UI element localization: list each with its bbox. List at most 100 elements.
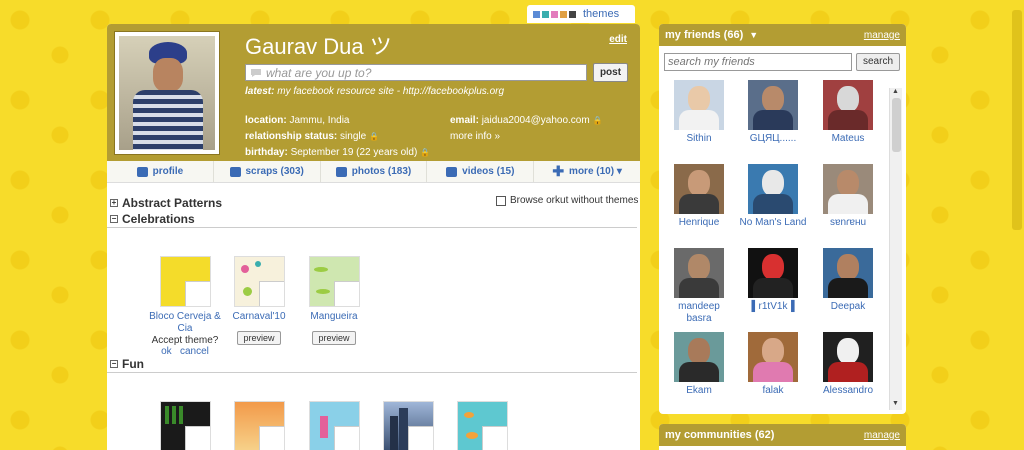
- browse-checkbox[interactable]: [496, 195, 506, 206]
- friend-item[interactable]: Henrique: [665, 164, 733, 229]
- friend-name[interactable]: falak: [739, 385, 807, 397]
- friend-avatar[interactable]: [748, 248, 798, 298]
- theme-swatch-orange[interactable]: [560, 10, 567, 18]
- friend-name[interactable]: Deepak: [814, 301, 882, 313]
- status-input[interactable]: what are you up to?: [245, 64, 587, 81]
- friend-name[interactable]: GЦЯЦ......: [739, 133, 807, 145]
- friends-title[interactable]: my friends (66): [665, 29, 743, 41]
- profile-photo-frame[interactable]: [114, 31, 220, 155]
- friend-name[interactable]: ▌r1tV1k▐: [739, 301, 807, 313]
- expand-icon[interactable]: +: [110, 199, 118, 207]
- scroll-thumb[interactable]: [892, 98, 901, 152]
- friend-item[interactable]: Mateus: [814, 80, 882, 145]
- friend-avatar[interactable]: [823, 332, 873, 382]
- relationship-label: relationship status:: [245, 131, 338, 142]
- browse-without-themes[interactable]: Browse orkut without themes: [496, 195, 638, 206]
- friend-avatar[interactable]: [823, 248, 873, 298]
- theme-swatch-dark[interactable]: [569, 10, 576, 18]
- collapse-icon[interactable]: −: [110, 360, 118, 368]
- collapse-icon[interactable]: −: [110, 215, 118, 223]
- communities-title[interactable]: my communities (62): [665, 429, 774, 441]
- friend-avatar[interactable]: [748, 164, 798, 214]
- themes-link[interactable]: themes: [583, 8, 619, 20]
- friend-avatar[interactable]: [674, 332, 724, 382]
- latest-line: latest: my facebook resource site - http…: [245, 86, 504, 97]
- latest-text[interactable]: my facebook resource site - http://faceb…: [277, 86, 504, 97]
- theme-swatch-pink[interactable]: [551, 10, 558, 18]
- theme-swatch-teal[interactable]: [542, 10, 549, 18]
- theme-thumbnail[interactable]: [308, 256, 360, 307]
- friend-name[interactable]: No Man's Land: [739, 217, 807, 229]
- theme-bloco-cerveja[interactable]: Bloco Cerveja & Cia Accept theme? ok can…: [147, 256, 223, 357]
- friend-avatar[interactable]: [823, 164, 873, 214]
- friend-name[interactable]: Alessandro: [814, 385, 882, 397]
- theme-thumbnail[interactable]: [383, 401, 434, 450]
- relationship-value: single: [340, 131, 367, 142]
- friend-item[interactable]: Ekam: [665, 332, 733, 397]
- friends-search-button[interactable]: search: [856, 53, 900, 71]
- friend-avatar[interactable]: [823, 80, 873, 130]
- accept-cancel-link[interactable]: cancel: [180, 346, 209, 357]
- edit-link[interactable]: edit: [609, 34, 627, 45]
- friend-item[interactable]: No Man's Land: [739, 164, 807, 229]
- friend-name[interactable]: Sithin: [665, 133, 733, 145]
- tab-scraps[interactable]: scraps (303): [214, 161, 321, 182]
- friend-item[interactable]: falak: [739, 332, 807, 397]
- preview-button[interactable]: preview: [237, 331, 281, 345]
- section-abstract-patterns[interactable]: + Abstract Patterns: [110, 196, 222, 210]
- friend-item[interactable]: Deepak: [814, 248, 882, 313]
- theme-thumbnail[interactable]: [159, 256, 211, 307]
- theme-swatch-blue[interactable]: [533, 10, 540, 18]
- friend-item[interactable]: ▌r1tV1k▐: [739, 248, 807, 313]
- theme-thumbnail[interactable]: [234, 401, 285, 450]
- friend-name[interactable]: Henrique: [665, 217, 733, 229]
- theme-thumbnail[interactable]: [309, 401, 360, 450]
- email-row: email: jaidua2004@yahoo.com 🔒: [450, 115, 602, 126]
- communities-manage-link[interactable]: manage: [864, 430, 900, 441]
- friend-avatar[interactable]: [748, 80, 798, 130]
- theme-thumbnail[interactable]: [457, 401, 508, 450]
- tab-photos[interactable]: photos (183): [321, 161, 428, 182]
- friends-scrollbar[interactable]: ▲ ▼: [889, 88, 902, 410]
- tab-videos[interactable]: videos (15): [427, 161, 535, 182]
- tab-profile[interactable]: profile: [107, 161, 214, 182]
- friend-name[interactable]: Mateus: [814, 133, 882, 145]
- birthday-label: birthday:: [245, 147, 288, 158]
- theme-label[interactable]: Bloco Cerveja & Cia: [147, 311, 223, 335]
- friend-avatar[interactable]: [674, 164, 724, 214]
- friend-item[interactable]: Alessandro: [814, 332, 882, 397]
- page-scrollbar[interactable]: [1010, 0, 1024, 450]
- page-scroll-thumb[interactable]: [1012, 10, 1022, 230]
- email-value[interactable]: jaidua2004@yahoo.com: [482, 115, 590, 126]
- more-info-link[interactable]: more info »: [450, 131, 500, 142]
- friend-item[interactable]: mandeep basra: [665, 248, 733, 325]
- preview-button[interactable]: preview: [312, 331, 356, 345]
- theme-label[interactable]: Mangueira: [296, 311, 372, 323]
- accept-ok-link[interactable]: ok: [161, 346, 172, 357]
- section-fun[interactable]: − Fun: [110, 357, 144, 371]
- theme-label[interactable]: Carnaval'10: [221, 311, 297, 323]
- theme-thumbnail[interactable]: [160, 401, 211, 450]
- scroll-up-icon[interactable]: ▲: [892, 88, 899, 95]
- friends-search-input[interactable]: [664, 53, 852, 71]
- friend-avatar[interactable]: [674, 80, 724, 130]
- chevron-down-icon[interactable]: ▼: [749, 30, 758, 40]
- friend-name[interactable]: mandeep basra: [665, 301, 733, 325]
- scroll-down-icon[interactable]: ▼: [892, 400, 899, 407]
- friend-avatar[interactable]: [748, 332, 798, 382]
- friend-name[interactable]: sɐnɾɐʜu: [814, 217, 882, 229]
- profile-photo[interactable]: [119, 36, 215, 150]
- friend-item[interactable]: GЦЯЦ......: [739, 80, 807, 145]
- theme-mangueira[interactable]: Mangueira preview: [296, 256, 372, 345]
- friends-manage-link[interactable]: manage: [864, 30, 900, 41]
- birthday-value: September 19 (22 years old): [290, 147, 418, 158]
- friend-item[interactable]: Sithin: [665, 80, 733, 145]
- post-button[interactable]: post: [593, 63, 628, 82]
- tab-more[interactable]: ✚ more (10) ▾: [534, 161, 640, 182]
- theme-thumbnail[interactable]: [233, 256, 285, 307]
- friend-avatar[interactable]: [674, 248, 724, 298]
- friend-name[interactable]: Ekam: [665, 385, 733, 397]
- friend-item[interactable]: sɐnɾɐʜu: [814, 164, 882, 229]
- section-celebrations[interactable]: − Celebrations: [110, 212, 195, 226]
- theme-carnaval[interactable]: Carnaval'10 preview: [221, 256, 297, 345]
